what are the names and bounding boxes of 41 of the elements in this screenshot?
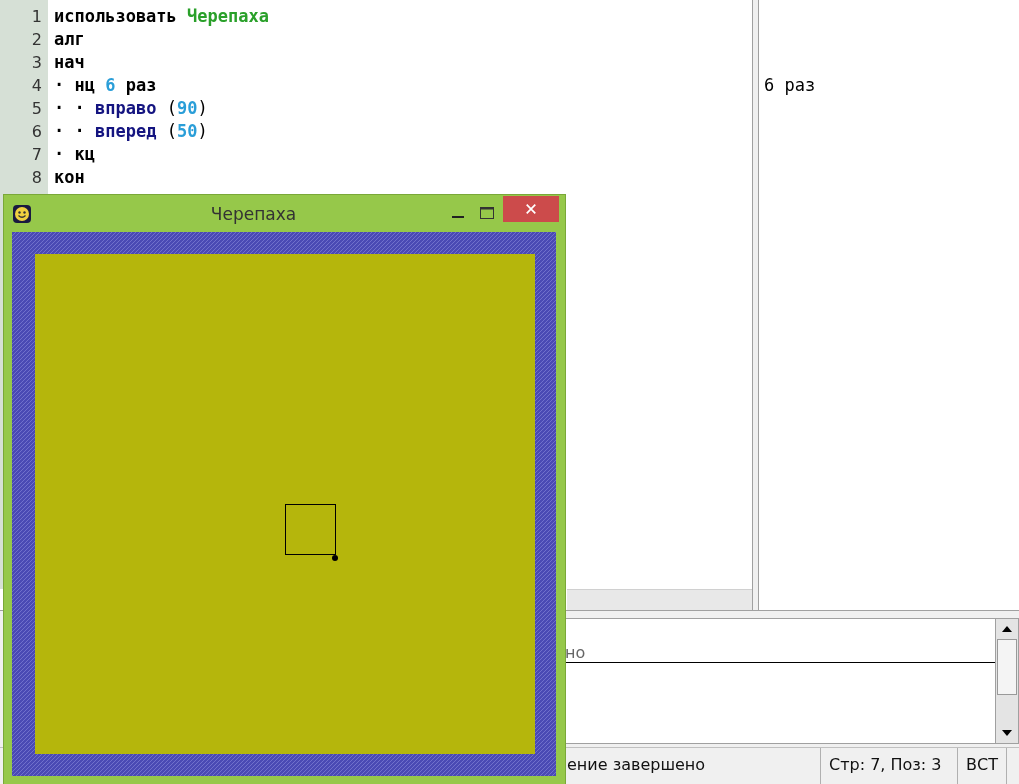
code-token: 6 bbox=[105, 75, 116, 95]
line-number: 5 bbox=[30, 98, 43, 120]
indent-mark: · bbox=[54, 144, 65, 164]
indent-mark: · bbox=[54, 121, 65, 141]
code-token: ) bbox=[197, 121, 208, 141]
code-token: 90 bbox=[176, 98, 198, 118]
margin-text: 6 раз bbox=[764, 75, 816, 95]
horizontal-scrollbar[interactable] bbox=[567, 589, 752, 611]
code-token: нач bbox=[54, 52, 85, 72]
line-number: 2 bbox=[30, 29, 43, 51]
scroll-thumb[interactable] bbox=[997, 639, 1017, 696]
close-icon bbox=[525, 202, 537, 215]
code-token: раз bbox=[125, 75, 157, 95]
code-token: алг bbox=[54, 29, 85, 49]
line-number: 1 bbox=[30, 6, 43, 28]
indent-mark: · bbox=[74, 121, 85, 141]
code-token: нц bbox=[74, 75, 95, 95]
code-token: вправо bbox=[95, 98, 157, 118]
code-token: 50 bbox=[176, 121, 198, 141]
indent-mark: · bbox=[54, 98, 65, 118]
code-token: ) bbox=[197, 98, 208, 118]
status-cell: ВСТ bbox=[958, 748, 1007, 784]
indent-mark: · bbox=[54, 75, 65, 95]
vertical-scrollbar[interactable] bbox=[995, 618, 1019, 745]
line-number: 4 bbox=[30, 75, 43, 97]
line-number: 8 bbox=[30, 167, 43, 189]
close-button[interactable] bbox=[503, 195, 559, 222]
code-token: ( bbox=[166, 121, 177, 141]
line-number: 7 bbox=[30, 144, 43, 166]
code-token: кон bbox=[54, 167, 85, 187]
indent-mark: · bbox=[74, 98, 85, 118]
status-cell: Стр: 7, Поз: 3 bbox=[821, 748, 958, 784]
code-token: ( bbox=[166, 98, 177, 118]
code-token: кц bbox=[74, 144, 95, 164]
code-token: Черепаха bbox=[187, 6, 269, 26]
code-token: использовать bbox=[54, 6, 177, 26]
line-number: 6 bbox=[30, 121, 43, 143]
line-number: 3 bbox=[30, 52, 43, 74]
smiley-icon bbox=[12, 203, 32, 224]
window-title: Черепаха bbox=[209, 203, 298, 224]
code-token: вперед bbox=[95, 121, 157, 141]
